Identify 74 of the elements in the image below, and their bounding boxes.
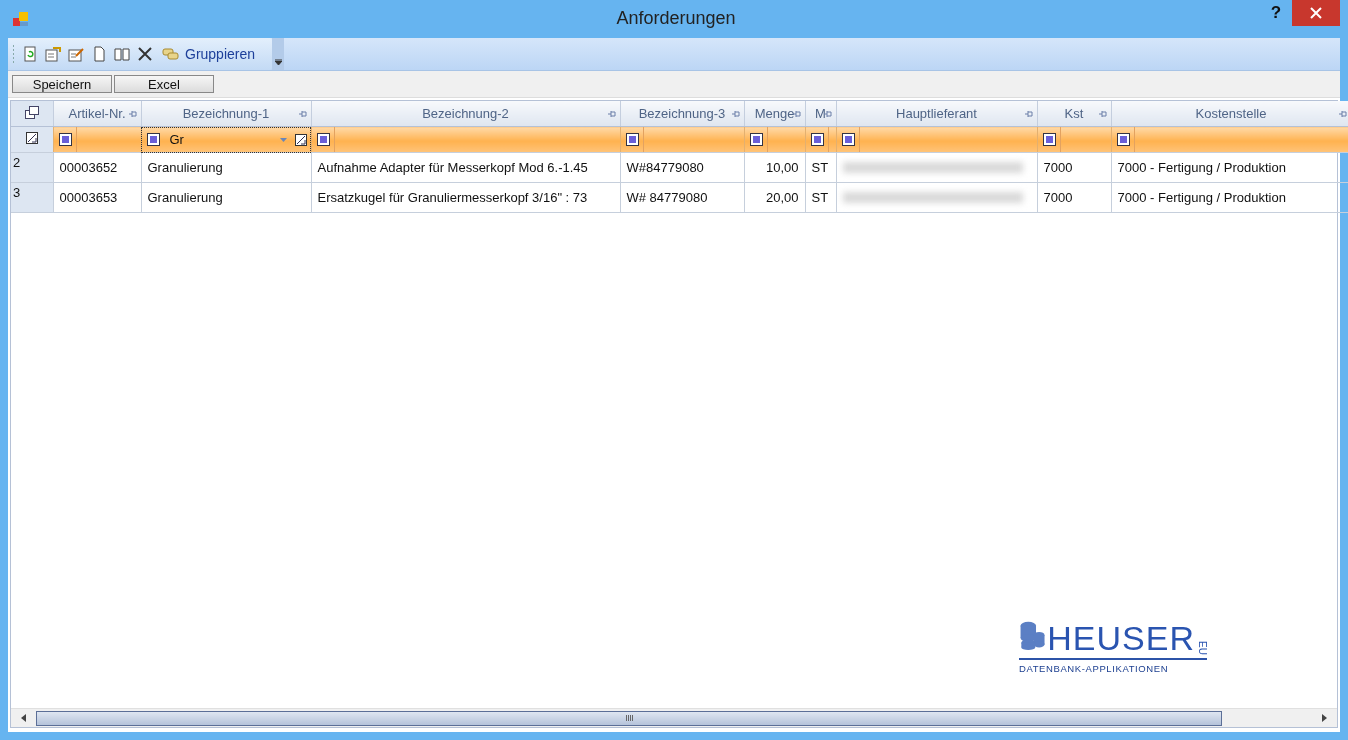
pin-icon[interactable]	[1023, 110, 1033, 118]
stack-icon	[162, 47, 180, 61]
table-cell: 00003653	[59, 190, 118, 205]
logo-tagline: DATENBANK-APPLIKATIONEN	[1019, 663, 1170, 674]
horizontal-scrollbar[interactable]	[11, 708, 1337, 727]
action-button[interactable]: Excel	[114, 75, 214, 93]
new-document-icon[interactable]	[91, 46, 107, 62]
pin-icon[interactable]	[1097, 110, 1107, 118]
column-header[interactable]: M	[805, 101, 836, 127]
table-cell: Ersatzkugel für Granuliermesserkopf 3/16" : 73	[317, 190, 588, 205]
delete-icon[interactable]	[137, 46, 153, 62]
column-header[interactable]: Hauptlieferant	[836, 101, 1037, 127]
column-header[interactable]: Bezeichnung-2	[311, 101, 620, 127]
scroll-right-icon[interactable]	[1322, 714, 1327, 722]
close-button[interactable]	[1292, 0, 1340, 26]
filter-operator-icon[interactable]	[1116, 133, 1130, 146]
column-header[interactable]: Bezeichnung-1	[141, 101, 311, 127]
table-cell: ST	[811, 190, 829, 205]
refresh-icon[interactable]	[22, 46, 38, 62]
pin-icon[interactable]	[1337, 110, 1347, 118]
filter-operator-icon[interactable]	[316, 133, 330, 146]
row-header[interactable]: 2	[11, 152, 53, 183]
table-cell: 10,00	[765, 160, 799, 175]
window-title: Anforderungen	[615, 8, 737, 29]
columns-icon	[24, 105, 39, 119]
column-header[interactable]: Menge	[744, 101, 805, 127]
pin-icon[interactable]	[730, 110, 740, 118]
table-cell: Granulierung	[147, 190, 223, 205]
pin-icon[interactable]	[297, 110, 307, 118]
logo-text: HEUSER	[1047, 621, 1195, 655]
filter-clear-icon[interactable]	[294, 133, 307, 146]
row-header[interactable]: 3	[11, 182, 53, 213]
logo-suffix: EU	[1197, 641, 1207, 655]
filter-operator-icon[interactable]	[625, 133, 639, 146]
scroll-thumb[interactable]	[36, 710, 1222, 726]
filter-operator-icon[interactable]	[1042, 133, 1056, 146]
column-header[interactable]: Kst	[1037, 101, 1111, 127]
table-cell: 7000 - Fertigung / Produktion	[1117, 190, 1286, 205]
grip-icon	[12, 44, 15, 64]
column-chooser-button[interactable]	[11, 101, 53, 127]
caret-icon	[274, 59, 282, 65]
filter-operator-icon[interactable]	[146, 133, 160, 146]
action-button[interactable]: Speichern	[12, 75, 112, 93]
pin-icon[interactable]	[606, 110, 616, 118]
edit-icon[interactable]	[68, 46, 84, 62]
table-cell: 7000 - Fertigung / Produktion	[1117, 160, 1286, 175]
help-button[interactable]: ?	[1262, 0, 1290, 26]
column-header[interactable]: Kostenstelle	[1111, 101, 1348, 127]
filter-operator-icon[interactable]	[58, 133, 72, 146]
filter-operator-icon[interactable]	[749, 133, 763, 146]
book-icon[interactable]	[114, 46, 130, 62]
column-header[interactable]: Bezeichnung-3	[620, 101, 744, 127]
filter-clear-icon[interactable]	[25, 132, 38, 144]
filter-operator-icon[interactable]	[841, 133, 855, 146]
column-header[interactable]: Artikel-Nr.	[53, 101, 141, 127]
group-button[interactable]: Gruppieren	[160, 46, 258, 62]
close-icon	[1310, 7, 1322, 19]
table-cell: ST	[811, 160, 829, 175]
grip-icon	[625, 715, 633, 721]
table-cell: 7000	[1043, 190, 1073, 205]
overflow-button[interactable]	[272, 38, 284, 70]
table-cell: 20,00	[765, 190, 799, 205]
table-cell: W# 84779080	[626, 190, 708, 205]
table-cell: 7000	[1043, 160, 1073, 175]
filter-operator-icon[interactable]	[810, 133, 824, 146]
pin-icon[interactable]	[127, 110, 137, 118]
table-cell: W#84779080	[626, 160, 704, 175]
scroll-left-icon[interactable]	[21, 714, 26, 722]
dropdown-icon[interactable]	[279, 137, 287, 142]
table-cell: Granulierung	[147, 160, 223, 175]
properties-icon[interactable]	[45, 46, 61, 62]
table-cell: 00003652	[59, 160, 118, 175]
app-icon	[12, 10, 30, 28]
table-cell: Aufnahme Adapter für Messerkopf Mod 6.-1.45	[317, 160, 588, 175]
